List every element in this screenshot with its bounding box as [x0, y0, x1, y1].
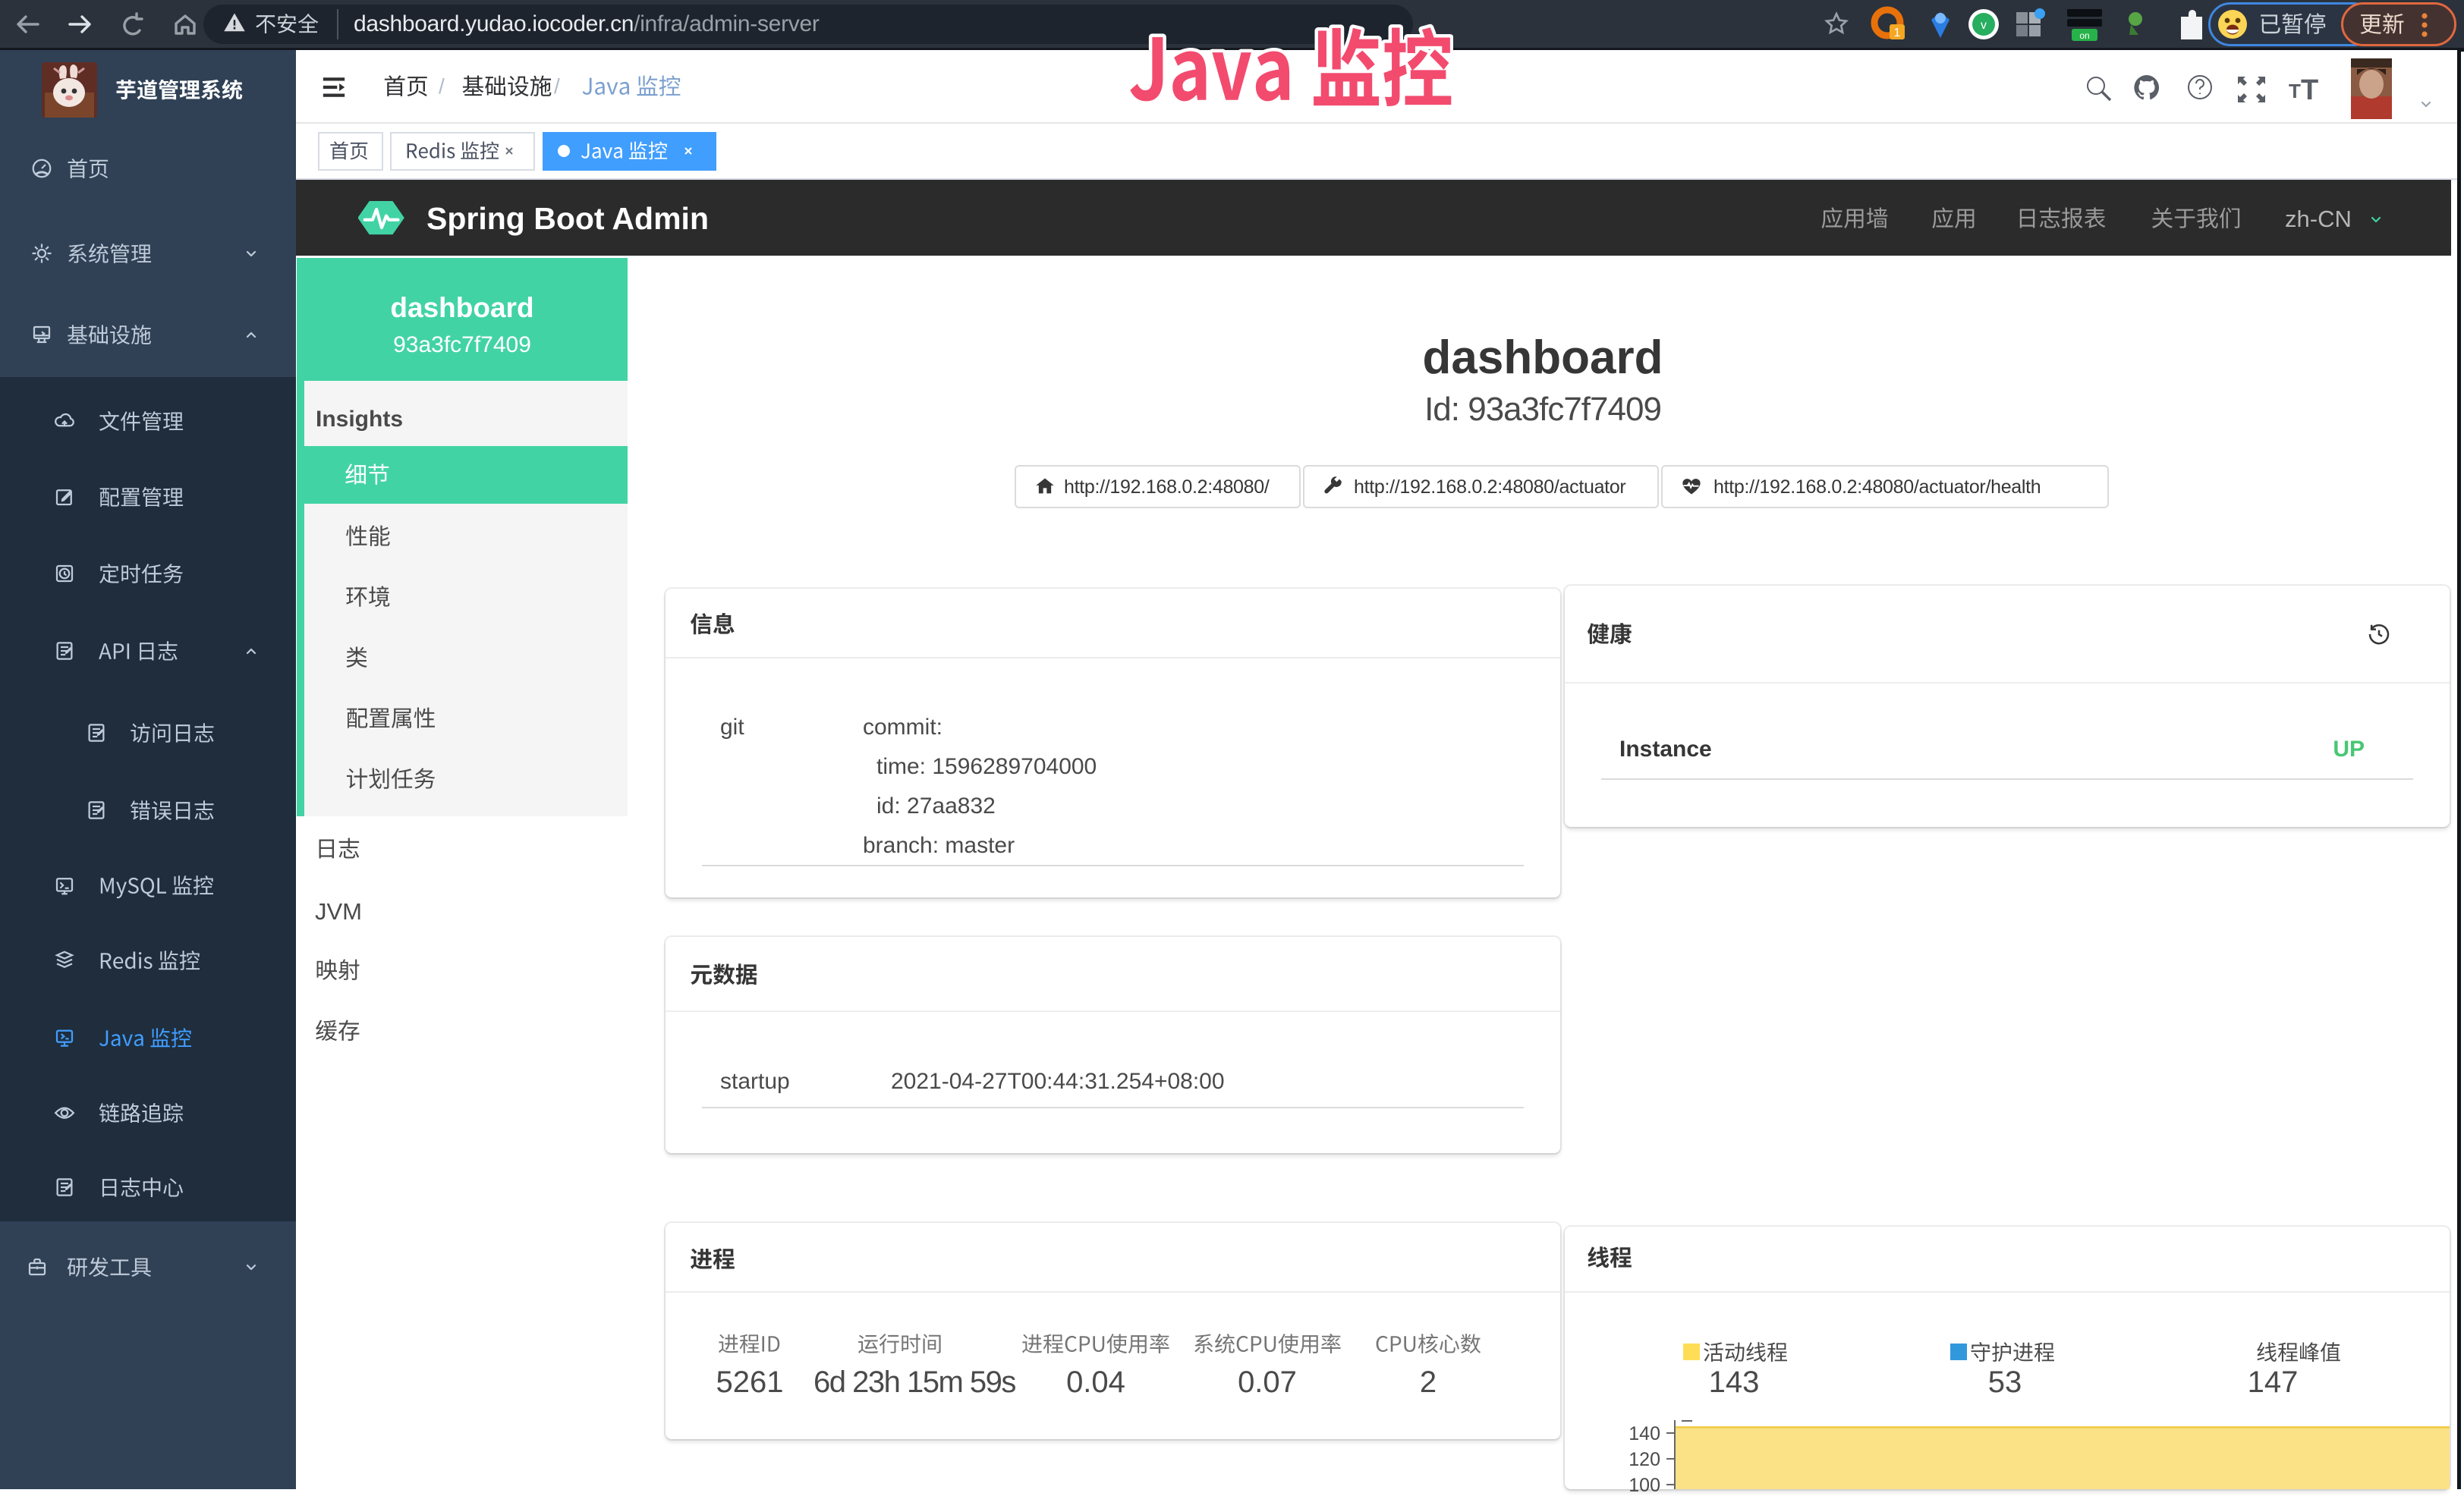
- svg-text:on: on: [2079, 30, 2089, 41]
- svg-text:T: T: [2301, 74, 2318, 105]
- svg-text:T: T: [2289, 80, 2301, 102]
- svg-text:1: 1: [1894, 27, 1901, 39]
- svg-text:v: v: [1981, 19, 1987, 32]
